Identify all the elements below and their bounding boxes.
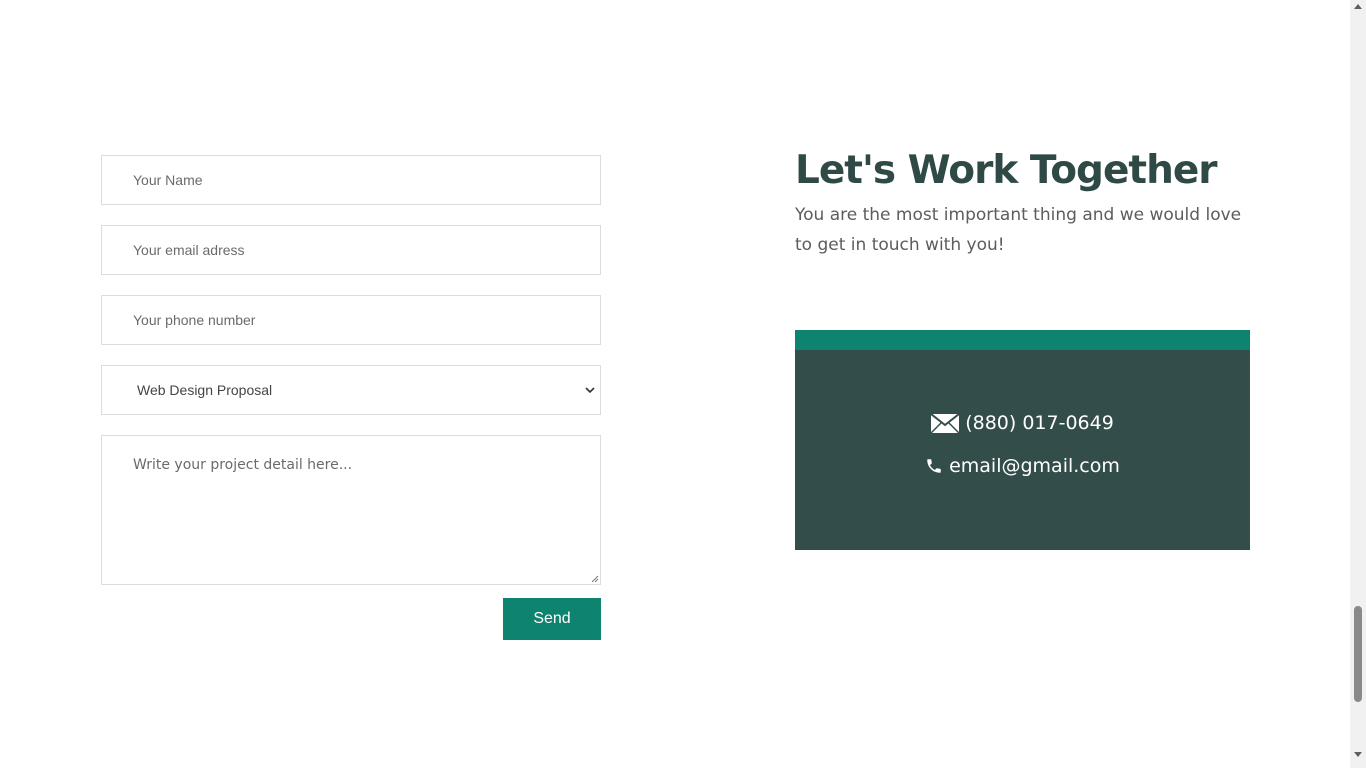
email-input[interactable]	[101, 225, 601, 275]
page-subtitle: You are the most important thing and we …	[795, 205, 1242, 255]
scroll-down-icon[interactable]	[1354, 752, 1362, 757]
phone-number: (880) 017-0649	[965, 412, 1114, 434]
envelope-icon	[931, 413, 960, 433]
phone-icon	[925, 457, 943, 475]
message-textarea[interactable]: Write your project detail here...	[101, 435, 601, 585]
send-row: Send	[101, 598, 601, 640]
email-address: email@gmail.com	[949, 455, 1120, 477]
scroll-up-icon[interactable]	[1354, 4, 1362, 9]
resize-handle-icon[interactable]	[591, 575, 599, 583]
card-accent-bar	[795, 330, 1250, 350]
contact-phone: (880) 017-0649	[795, 412, 1250, 434]
send-button[interactable]: Send	[503, 598, 601, 640]
contact-email: email@gmail.com	[795, 455, 1250, 477]
phone-input[interactable]	[101, 295, 601, 345]
subject-select[interactable]: Web Design Proposal	[101, 365, 601, 415]
contact-form: Web Design Proposal Write your project d…	[101, 155, 601, 640]
chevron-down-icon	[585, 387, 595, 394]
message-placeholder: Write your project detail here...	[133, 457, 353, 473]
page: Web Design Proposal Write your project d…	[0, 0, 1350, 768]
name-input[interactable]	[101, 155, 601, 205]
page-title: Let's Work Together	[795, 148, 1218, 193]
contact-card: (880) 017-0649 email@gmail.com	[795, 330, 1250, 550]
scroll-thumb[interactable]	[1354, 606, 1362, 702]
subject-select-value: Web Design Proposal	[137, 382, 273, 398]
page-scrollbar[interactable]	[1350, 0, 1366, 768]
